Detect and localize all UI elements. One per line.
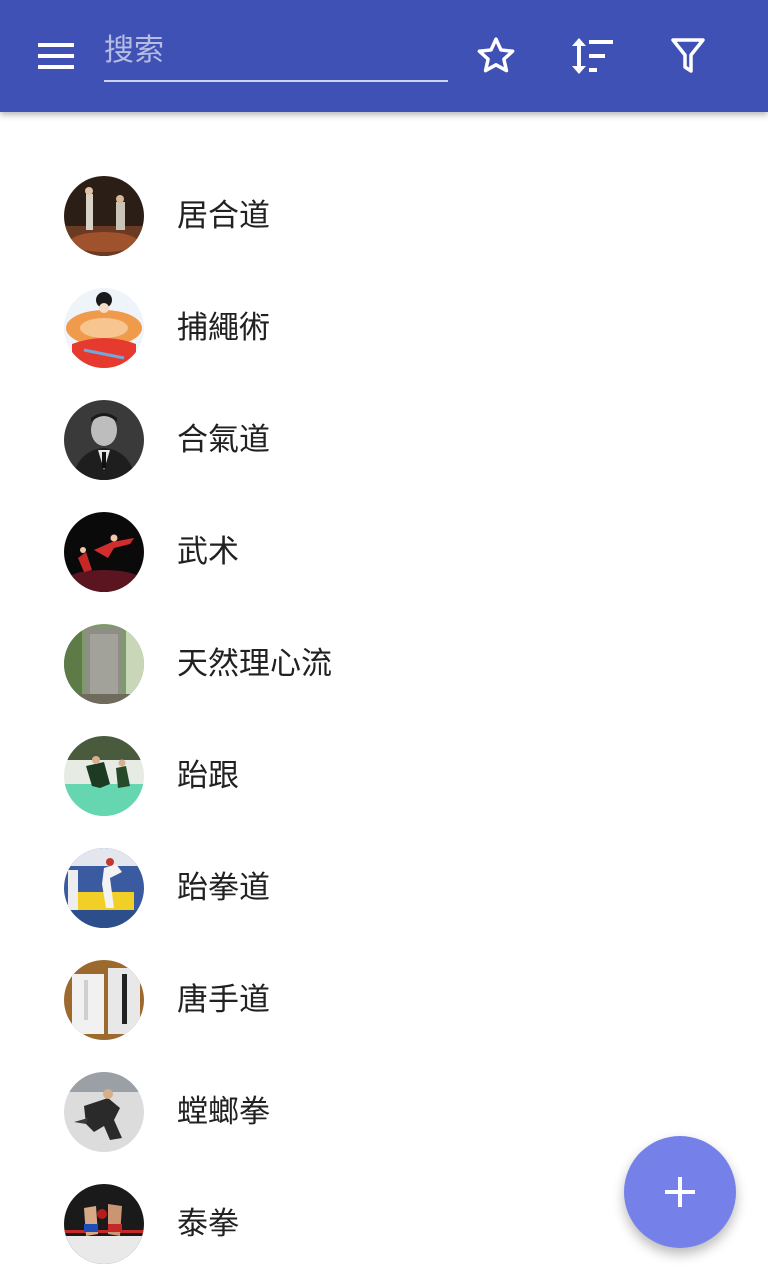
mantis-boxing-thumbnail <box>64 1072 144 1152</box>
list-item[interactable]: 唐手道 <box>0 944 768 1056</box>
menu-icon <box>38 43 74 69</box>
item-label: 泰拳 <box>177 1206 239 1242</box>
hojojutsu-thumbnail <box>64 288 144 368</box>
filter-button[interactable] <box>652 20 724 92</box>
menu-button[interactable] <box>20 20 92 92</box>
taekkyon-thumbnail <box>64 736 144 816</box>
search-field <box>104 22 448 82</box>
item-label: 武术 <box>177 534 239 570</box>
item-label: 捕繩術 <box>177 310 270 346</box>
item-label: 合氣道 <box>177 422 270 458</box>
aikido-thumbnail <box>64 400 144 480</box>
list-item[interactable]: 跆跟 <box>0 720 768 832</box>
item-label: 跆拳道 <box>177 870 270 906</box>
list-item[interactable]: 跆拳道 <box>0 832 768 944</box>
top-app-bar <box>0 0 768 112</box>
tang-soo-do-thumbnail <box>64 960 144 1040</box>
wushu-thumbnail <box>64 512 144 592</box>
item-label: 跆跟 <box>177 758 239 794</box>
list-item[interactable]: 合氣道 <box>0 384 768 496</box>
search-input[interactable] <box>104 22 448 78</box>
taekwondo-thumbnail <box>64 848 144 928</box>
filter-icon <box>671 38 705 73</box>
list-item[interactable]: 天然理心流 <box>0 608 768 720</box>
item-label: 唐手道 <box>177 982 270 1018</box>
list-item[interactable]: 居合道 <box>0 160 768 272</box>
app-screen: 居合道 捕繩術 <box>0 0 768 1280</box>
add-button[interactable] <box>624 1136 736 1248</box>
item-label: 螳螂拳 <box>177 1094 270 1130</box>
muay-thai-thumbnail <box>64 1184 144 1264</box>
list-item[interactable]: 捕繩術 <box>0 272 768 384</box>
plus-icon <box>665 1177 695 1207</box>
list-item[interactable]: 武术 <box>0 496 768 608</box>
sort-button[interactable] <box>556 20 628 92</box>
favorites-button[interactable] <box>460 20 532 92</box>
martial-arts-list: 居合道 捕繩術 合氣道 武术 天然理心流 跆跟 跆拳道 唐手道 螳螂拳 泰拳 <box>0 160 768 1280</box>
sort-icon <box>572 38 613 74</box>
tennen-rishin-ryu-thumbnail <box>64 624 144 704</box>
item-label: 天然理心流 <box>177 646 332 682</box>
iaido-thumbnail <box>64 176 144 256</box>
item-label: 居合道 <box>177 198 270 234</box>
star-outline-icon <box>477 37 515 73</box>
